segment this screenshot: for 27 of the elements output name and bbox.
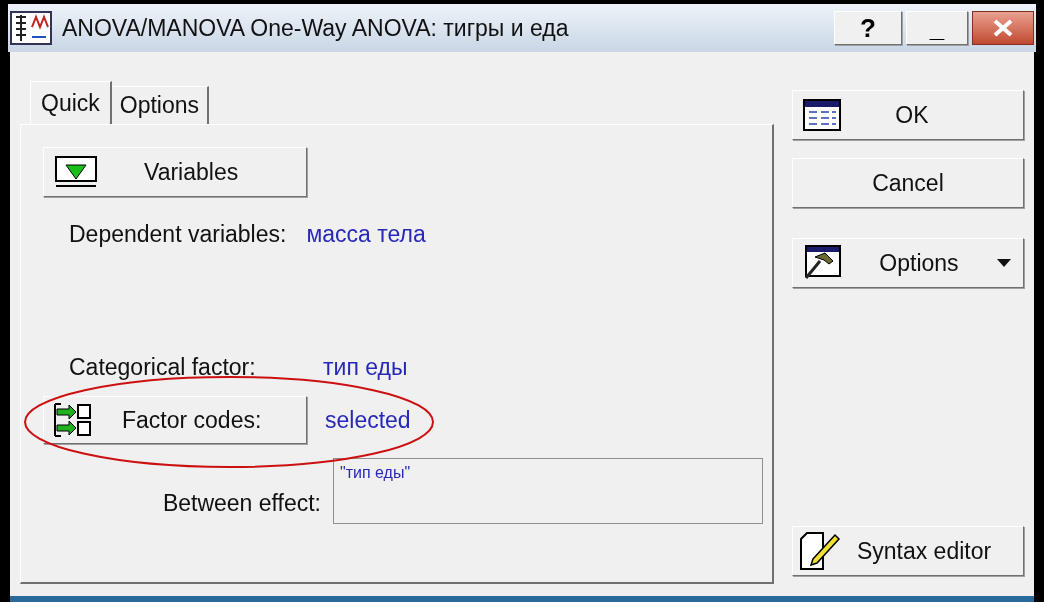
options-menu-button[interactable]: Options — [791, 238, 1024, 288]
dropdown-caret-icon — [997, 259, 1011, 267]
syntax-editor-button[interactable]: Syntax editor — [791, 526, 1024, 576]
app-icon — [10, 11, 52, 45]
down-arrow-icon — [54, 155, 98, 189]
variables-button[interactable]: Variables — [43, 147, 307, 197]
close-button[interactable] — [972, 11, 1034, 45]
pencil-page-icon — [798, 531, 843, 571]
arrows-grid-icon — [52, 401, 92, 439]
close-icon — [991, 19, 1015, 37]
dependent-value: масса тела — [306, 220, 426, 249]
cancel-button[interactable]: Cancel — [791, 158, 1024, 208]
hammer-icon — [802, 245, 841, 281]
tab[interactable]: Quick — [30, 81, 112, 125]
dependent-label: Dependent variables: — [69, 220, 287, 249]
window-title: ANOVA/MANOVA One-Way ANOVA: тигры и еда — [62, 13, 569, 43]
categorical-label: Categorical factor: — [69, 352, 257, 382]
categorical-value: тип еды — [323, 352, 408, 382]
tab[interactable]: Options — [111, 86, 210, 124]
minimize-button[interactable]: _ — [906, 11, 968, 45]
spreadsheet-icon — [802, 99, 841, 131]
between-effect-field[interactable]: "тип еды" — [333, 458, 763, 524]
ok-button[interactable]: OK — [791, 90, 1024, 140]
factor-codes-button[interactable]: Factor codes: — [43, 396, 307, 444]
help-button[interactable]: ? — [834, 11, 902, 45]
factor-codes-value: selected — [325, 405, 411, 435]
between-effect-label: Between effect: — [161, 489, 322, 518]
